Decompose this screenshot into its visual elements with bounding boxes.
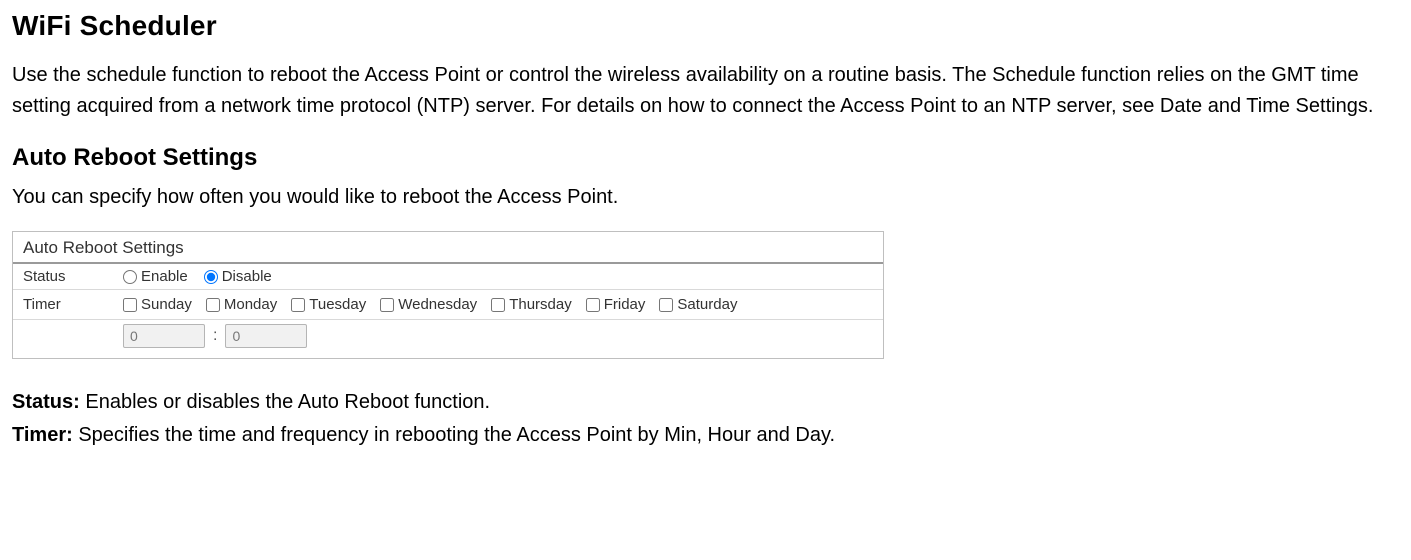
status-disable-option[interactable]: Disable bbox=[204, 268, 272, 285]
def-status-label: Status: bbox=[12, 391, 80, 413]
day-friday[interactable]: Friday bbox=[586, 296, 646, 313]
day-monday-checkbox[interactable] bbox=[206, 298, 220, 312]
def-timer-label: Timer: bbox=[12, 424, 73, 446]
day-thursday-label: Thursday bbox=[509, 296, 572, 313]
day-thursday[interactable]: Thursday bbox=[491, 296, 572, 313]
def-timer: Timer: Specifies the time and frequency … bbox=[12, 420, 1399, 451]
def-timer-text: Specifies the time and frequency in rebo… bbox=[73, 424, 835, 446]
day-sunday-label: Sunday bbox=[141, 296, 192, 313]
day-saturday[interactable]: Saturday bbox=[659, 296, 737, 313]
timer-minute-input[interactable] bbox=[225, 324, 307, 348]
status-enable-radio[interactable] bbox=[123, 270, 137, 284]
day-friday-label: Friday bbox=[604, 296, 646, 313]
day-tuesday-label: Tuesday bbox=[309, 296, 366, 313]
section-intro: You can specify how often you would like… bbox=[12, 186, 1399, 209]
day-thursday-checkbox[interactable] bbox=[491, 298, 505, 312]
status-label: Status bbox=[23, 268, 123, 285]
status-row: Status Enable Disable bbox=[13, 264, 883, 290]
auto-reboot-panel: Auto Reboot Settings Status Enable Disab… bbox=[12, 231, 884, 359]
timer-row: Timer Sunday Monday Tuesday Wednesday bbox=[13, 290, 883, 320]
time-colon: : bbox=[211, 327, 219, 345]
day-tuesday-checkbox[interactable] bbox=[291, 298, 305, 312]
day-wednesday[interactable]: Wednesday bbox=[380, 296, 477, 313]
page-title: WiFi Scheduler bbox=[12, 10, 1399, 42]
timer-label: Timer bbox=[23, 296, 123, 313]
timer-days: Sunday Monday Tuesday Wednesday Thursday bbox=[123, 294, 747, 315]
def-status-text: Enables or disables the Auto Reboot func… bbox=[80, 391, 490, 413]
day-friday-checkbox[interactable] bbox=[586, 298, 600, 312]
day-wednesday-checkbox[interactable] bbox=[380, 298, 394, 312]
status-options: Enable Disable bbox=[123, 268, 282, 285]
timer-time-row: : bbox=[13, 320, 883, 358]
def-status: Status: Enables or disables the Auto Reb… bbox=[12, 387, 1399, 418]
day-sunday-checkbox[interactable] bbox=[123, 298, 137, 312]
status-enable-label: Enable bbox=[141, 268, 188, 285]
timer-hour-input[interactable] bbox=[123, 324, 205, 348]
day-monday[interactable]: Monday bbox=[206, 296, 277, 313]
panel-header: Auto Reboot Settings bbox=[13, 232, 883, 264]
status-disable-radio[interactable] bbox=[204, 270, 218, 284]
page-intro: Use the schedule function to reboot the … bbox=[12, 60, 1392, 122]
page-root: WiFi Scheduler Use the schedule function… bbox=[0, 0, 1411, 483]
definitions: Status: Enables or disables the Auto Reb… bbox=[12, 387, 1399, 451]
day-saturday-label: Saturday bbox=[677, 296, 737, 313]
status-disable-label: Disable bbox=[222, 268, 272, 285]
day-sunday[interactable]: Sunday bbox=[123, 296, 192, 313]
section-title: Auto Reboot Settings bbox=[12, 144, 1399, 172]
status-enable-option[interactable]: Enable bbox=[123, 268, 188, 285]
day-monday-label: Monday bbox=[224, 296, 277, 313]
day-wednesday-label: Wednesday bbox=[398, 296, 477, 313]
day-saturday-checkbox[interactable] bbox=[659, 298, 673, 312]
day-tuesday[interactable]: Tuesday bbox=[291, 296, 366, 313]
